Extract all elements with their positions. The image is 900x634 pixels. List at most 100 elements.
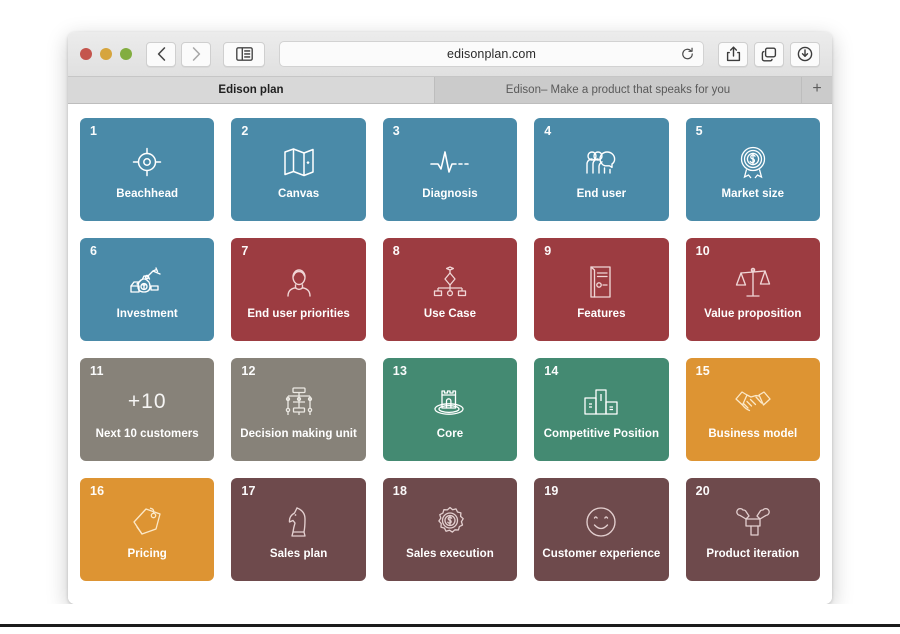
downloads-button[interactable] <box>790 41 820 67</box>
minimize-window-button[interactable] <box>100 48 112 60</box>
card-label: Customer experience <box>542 547 661 560</box>
card-label: End user <box>576 187 627 200</box>
card-number: 2 <box>241 124 249 138</box>
card-number: 6 <box>90 244 98 258</box>
maximize-window-button[interactable] <box>120 48 132 60</box>
card-pricing[interactable]: 16 Pricing <box>80 478 215 581</box>
card-sales-execution[interactable]: 18 Sales execution <box>382 478 518 581</box>
card-number: 20 <box>695 484 710 498</box>
window-controls <box>80 48 132 60</box>
share-icon <box>726 46 740 62</box>
document-list-icon <box>534 262 668 302</box>
card-canvas[interactable]: 2 Canvas <box>231 118 366 221</box>
card-decision-making-unit[interactable]: 12 Decision making unit <box>231 358 366 461</box>
money-badge-icon <box>686 142 820 182</box>
new-tab-button[interactable]: + <box>802 77 832 103</box>
card-label: Core <box>436 427 464 440</box>
card-label: Decision making unit <box>240 427 357 440</box>
podium-icon <box>534 382 668 422</box>
close-window-button[interactable] <box>80 48 92 60</box>
card-number: 13 <box>392 364 408 378</box>
card-label: Next 10 customers <box>95 427 199 440</box>
card-number: 10 <box>695 244 710 258</box>
tabs-overview-button[interactable] <box>754 41 784 67</box>
card-customer-experience[interactable]: 19 Customer experience <box>534 478 669 581</box>
copy-tabs-icon <box>761 47 777 61</box>
card-market-size[interactable]: 5 Market size <box>685 118 820 221</box>
card-features[interactable]: 9 Features <box>534 238 669 341</box>
money-bag-icon <box>80 262 214 302</box>
card-number: 11 <box>90 364 104 378</box>
card-number: 19 <box>544 484 559 498</box>
tab-bar: Edison plan Edison– Make a product that … <box>68 77 832 104</box>
back-button[interactable] <box>146 41 176 67</box>
reload-icon <box>682 47 693 60</box>
tab-label: Edison– Make a product that speaks for y… <box>505 84 731 96</box>
card-label: Investment <box>116 307 178 320</box>
person-icon <box>231 262 365 302</box>
card-label: Pricing <box>127 547 167 560</box>
toolbar-actions <box>718 41 820 67</box>
step-card-grid: 1 Beachhead 2 Canvas 3 Diagnosis 4 End u… <box>80 118 820 581</box>
scales-icon <box>686 262 820 302</box>
card-number: 3 <box>392 124 400 138</box>
price-tag-icon <box>80 502 214 542</box>
card-core[interactable]: 13 Core <box>382 358 518 461</box>
flowchart-icon <box>383 262 517 302</box>
card-value-proposition[interactable]: 10 Value proposition <box>685 238 820 341</box>
card-investment[interactable]: 6 Investment <box>80 238 215 341</box>
card-use-case[interactable]: 8 Use Case <box>382 238 518 341</box>
card-label: Business model <box>708 427 798 440</box>
card-number: 5 <box>695 124 703 138</box>
chess-knight-icon <box>231 502 365 542</box>
org-chart-icon <box>231 382 365 422</box>
card-number: 14 <box>544 364 559 378</box>
card-label: Use Case <box>423 307 477 320</box>
card-label: Features <box>577 307 626 320</box>
card-label: Canvas <box>277 187 320 200</box>
crowd-icon <box>534 142 668 182</box>
page-bottom-rule <box>0 624 900 627</box>
tab-label: Edison plan <box>218 84 284 96</box>
forward-button[interactable] <box>181 41 211 67</box>
wrench-assembly-icon <box>686 502 820 542</box>
card-label: End user priorities <box>247 307 350 320</box>
castle-moat-icon <box>383 382 517 422</box>
card-diagnosis[interactable]: 3 Diagnosis <box>382 118 518 221</box>
gear-money-icon <box>383 502 517 542</box>
page-bottom-strip <box>0 604 900 624</box>
sidebar-toggle-button[interactable] <box>223 41 265 67</box>
heartbeat-icon <box>383 142 517 182</box>
card-end-user-priorities[interactable]: 7 End user priorities <box>231 238 366 341</box>
card-label: Sales plan <box>269 547 328 560</box>
card-end-user[interactable]: 4 End user <box>534 118 669 221</box>
card-label: Beachhead <box>116 187 179 200</box>
card-competitive-position[interactable]: 14 Competitive Position <box>534 358 669 461</box>
chevron-left-icon <box>157 47 165 61</box>
card-number: 7 <box>241 244 249 258</box>
card-sales-plan[interactable]: 17 Sales plan <box>231 478 366 581</box>
card-number: 15 <box>695 364 710 378</box>
handshake-icon <box>686 382 820 422</box>
card-product-iteration[interactable]: 20 Product iteration <box>685 478 820 581</box>
card-number: 18 <box>392 484 408 498</box>
share-button[interactable] <box>718 41 748 67</box>
card-label: Market size <box>721 187 785 200</box>
tab-edison-make-a-product[interactable]: Edison– Make a product that speaks for y… <box>435 77 802 103</box>
card-number: 12 <box>241 364 256 378</box>
navigation-buttons <box>146 41 211 67</box>
download-icon <box>797 46 813 62</box>
card-number: 9 <box>544 244 552 258</box>
card-label: Value proposition <box>704 307 802 320</box>
card-beachhead[interactable]: 1 Beachhead <box>80 118 215 221</box>
sidebar-toggle-icon <box>235 47 253 61</box>
smiley-face-icon <box>534 502 668 542</box>
card-next-10-customers[interactable]: 11 +10 Next 10 customers <box>80 358 215 461</box>
card-business-model[interactable]: 15 Business model <box>685 358 820 461</box>
plus-ten-icon: +10 <box>127 390 167 413</box>
address-bar[interactable]: edisonplan.com <box>279 41 704 67</box>
reload-button[interactable] <box>681 47 694 61</box>
card-number: 16 <box>90 484 105 498</box>
browser-window: edisonplan.com Edison plan Edison– Make … <box>68 32 832 604</box>
tab-edison-plan[interactable]: Edison plan <box>68 77 435 103</box>
